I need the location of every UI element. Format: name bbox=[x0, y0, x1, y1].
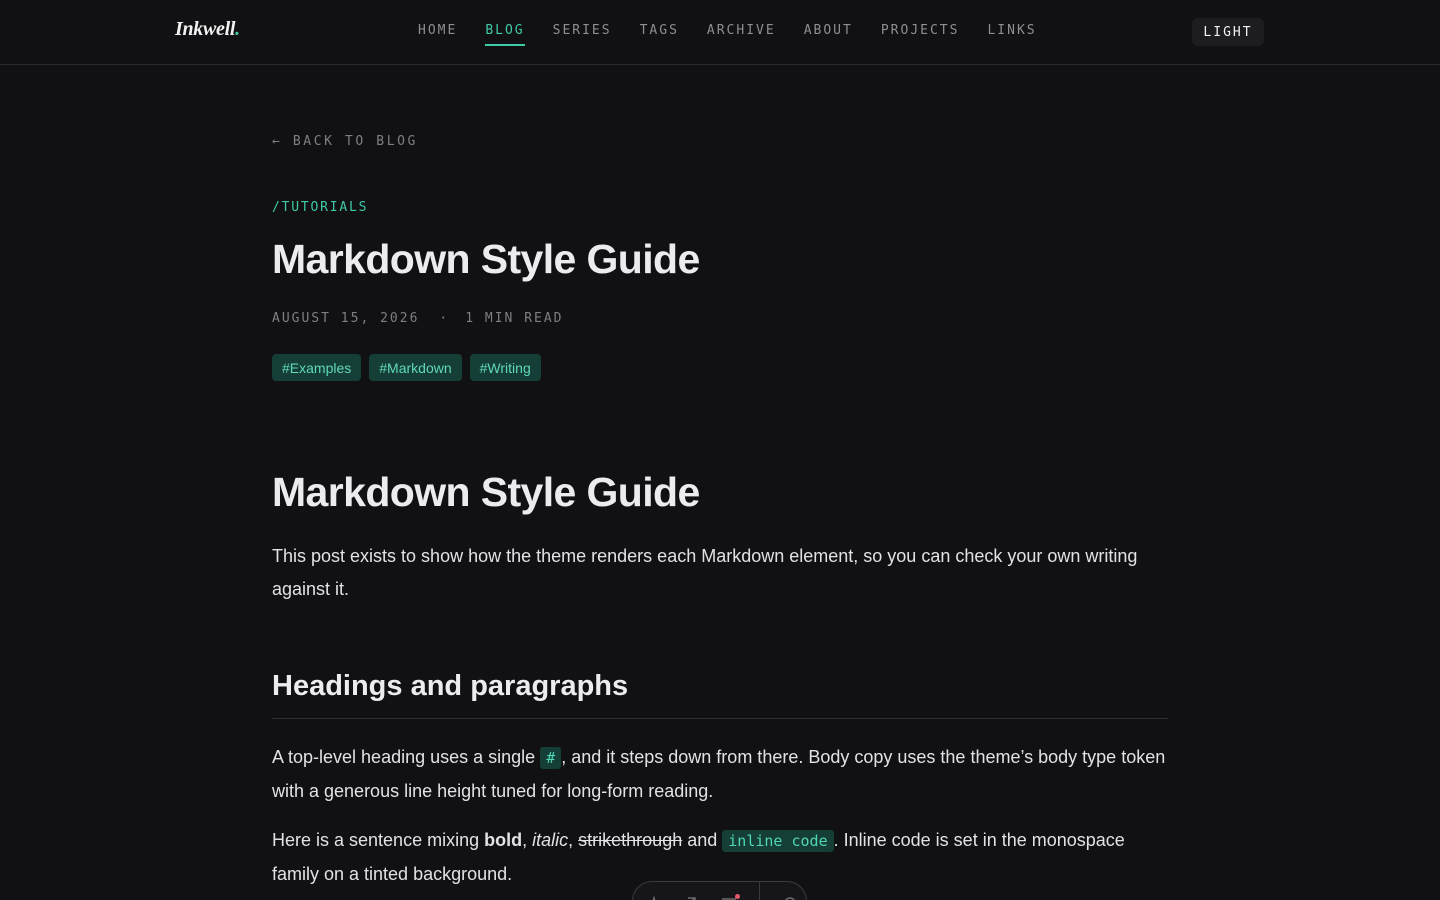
theme-toggle-button[interactable]: LIGHT bbox=[1192, 18, 1264, 46]
site-logo[interactable]: Inkwell. bbox=[175, 18, 240, 41]
intro-paragraph: This post exists to show how the theme r… bbox=[272, 546, 1138, 599]
nav-archive[interactable]: ARCHIVE bbox=[707, 22, 776, 46]
tag-examples[interactable]: #Examples bbox=[272, 354, 362, 381]
post-title: Markdown Style Guide bbox=[272, 236, 700, 282]
post-date: AUGUST 15, 2026 bbox=[272, 311, 420, 326]
notification-dot bbox=[735, 894, 740, 899]
p2-and: and bbox=[682, 830, 723, 850]
audit-icon[interactable] bbox=[721, 894, 740, 900]
post-category[interactable]: /TUTORIALS bbox=[272, 200, 368, 215]
dev-toolbar bbox=[632, 881, 807, 900]
settings-icon[interactable] bbox=[782, 895, 798, 900]
nav-tags[interactable]: TAGS bbox=[640, 22, 679, 46]
nav-links[interactable]: LINKS bbox=[987, 22, 1036, 46]
post-tags: #Examples #Markdown #Writing bbox=[272, 354, 541, 381]
tag-writing[interactable]: #Writing bbox=[469, 354, 541, 381]
p2-comma: , bbox=[568, 830, 579, 850]
inline-code: inline code bbox=[722, 830, 834, 852]
read-time: 1 MIN READ bbox=[465, 311, 564, 326]
strikethrough-text: strikethrough bbox=[578, 830, 683, 850]
bold-text: bold bbox=[484, 830, 523, 850]
section-heading: Headings and paragraphs bbox=[272, 670, 1168, 719]
article-heading: Markdown Style Guide bbox=[272, 469, 700, 515]
inspect-icon[interactable] bbox=[683, 896, 699, 900]
main-nav: HOME BLOG SERIES TAGS ARCHIVE ABOUT PROJ… bbox=[418, 22, 1065, 46]
back-to-blog-link[interactable]: ← BACK TO BLOG bbox=[272, 134, 418, 149]
nav-projects[interactable]: PROJECTS bbox=[881, 22, 960, 46]
hash-code: # bbox=[540, 747, 562, 769]
toolbar-divider bbox=[759, 881, 760, 900]
p2-comma: , bbox=[522, 830, 533, 850]
meta-separator: · bbox=[439, 311, 450, 326]
nav-home[interactable]: HOME bbox=[418, 22, 457, 46]
astro-icon[interactable] bbox=[647, 895, 661, 900]
tag-markdown[interactable]: #Markdown bbox=[369, 354, 462, 381]
italic-text: italic bbox=[532, 830, 569, 850]
nav-blog[interactable]: BLOG bbox=[485, 22, 525, 46]
nav-series[interactable]: SERIES bbox=[553, 22, 612, 46]
site-header: Inkwell. HOME BLOG SERIES TAGS ARCHIVE A… bbox=[0, 0, 1440, 65]
post-meta: AUGUST 15, 2026 · 1 MIN READ bbox=[272, 311, 564, 326]
headings-paragraph: A top-level heading uses a single #, and… bbox=[272, 741, 1168, 807]
p1-text: A top-level heading uses a single bbox=[272, 747, 541, 767]
nav-about[interactable]: ABOUT bbox=[804, 22, 853, 46]
p2-text: Here is a sentence mixing bbox=[272, 830, 485, 850]
